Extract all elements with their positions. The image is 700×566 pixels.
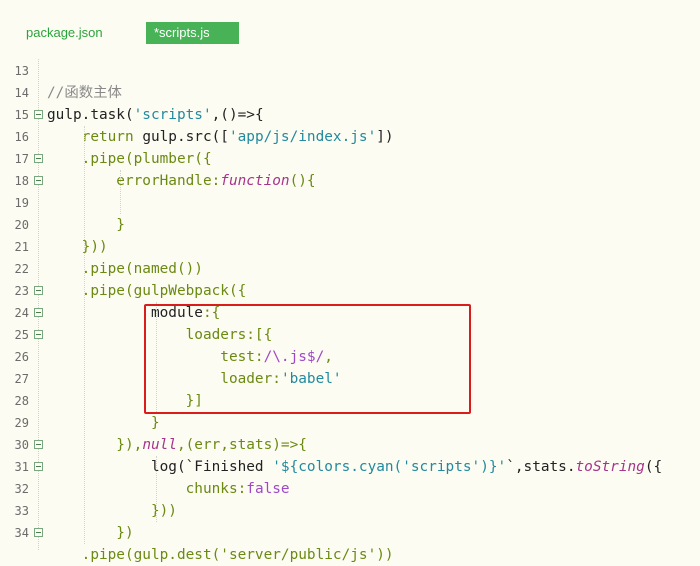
code-line[interactable]: 32 chunks:false: [0, 478, 700, 500]
code-token: false: [246, 481, 290, 497]
code-text: errorHandle:function(){: [47, 170, 316, 192]
line-number: 30: [14, 438, 29, 452]
code-token: gulp.src([: [142, 129, 229, 145]
line-number: 27: [14, 372, 29, 386]
fold-toggle-icon[interactable]: [34, 110, 43, 119]
code-token: ,(err,stats)=>{: [176, 437, 307, 453]
line-number: 24: [14, 306, 29, 320]
code-token: errorHandle:: [47, 173, 221, 189]
fold-toggle-icon[interactable]: [34, 286, 43, 295]
code-line[interactable]: 14 //函数主体: [0, 82, 700, 104]
code-token: ]): [376, 129, 394, 145]
tab-scripts-js[interactable]: *scripts.js: [146, 22, 239, 44]
code-token: .pipe(named()): [47, 261, 203, 277]
code-token: }): [47, 525, 134, 541]
code-text: .pipe(plumber({: [47, 148, 212, 170]
fold-toggle-icon[interactable]: [34, 154, 43, 163]
code-token: .pipe(plumber({: [47, 151, 212, 167]
code-token: function: [220, 173, 290, 189]
code-text: //函数主体: [47, 82, 122, 104]
code-token: `,stats.: [506, 459, 576, 475]
code-token: log(`Finished: [47, 459, 273, 475]
code-text: log(`Finished '${colors.cyan('scripts')}…: [47, 456, 662, 478]
line-number: 19: [14, 196, 29, 210]
code-token: ({: [644, 459, 663, 475]
fold-toggle-icon[interactable]: [34, 330, 43, 339]
code-text: .pipe(gulp.dest('server/public/js')): [47, 544, 394, 566]
code-token: (){: [289, 173, 316, 189]
code-line[interactable]: 13: [0, 60, 700, 82]
code-text: .pipe(named()): [47, 258, 203, 280]
code-text: return gulp.src(['app/js/index.js']): [47, 126, 394, 148]
line-number: 16: [14, 130, 29, 144]
line-number: 13: [14, 64, 29, 78]
line-number: 23: [14, 284, 29, 298]
code-line[interactable]: 18 errorHandle:function(){: [0, 170, 700, 192]
code-token: })): [47, 239, 108, 255]
code-text: gulp.task('scripts',()=>{: [47, 104, 264, 126]
line-number: 15: [14, 108, 29, 122]
line-number: 28: [14, 394, 29, 408]
line-number: 21: [14, 240, 29, 254]
line-number: 17: [14, 152, 29, 166]
code-line[interactable]: 34 }): [0, 522, 700, 544]
line-number: 25: [14, 328, 29, 342]
tab-bar: package.json *scripts.js: [0, 0, 700, 54]
indent-guide: [120, 170, 122, 214]
code-line[interactable]: 16 return gulp.src(['app/js/index.js']): [0, 126, 700, 148]
highlight-box: [144, 304, 471, 414]
code-line[interactable]: 22 .pipe(named()): [0, 258, 700, 280]
code-token: }: [47, 415, 160, 431]
line-number: 34: [14, 526, 29, 540]
code-line[interactable]: 23 .pipe(gulpWebpack({: [0, 280, 700, 302]
line-number: 20: [14, 218, 29, 232]
code-token: ,()=>{: [211, 107, 264, 123]
code-token: null: [142, 437, 177, 453]
code-token: chunks:: [47, 481, 247, 497]
fold-toggle-icon[interactable]: [34, 462, 43, 471]
code-line[interactable]: .pipe(gulp.dest('server/public/js')): [0, 544, 700, 566]
tab-package-json[interactable]: package.json: [18, 22, 111, 44]
code-token: return: [47, 129, 143, 145]
code-line[interactable]: 17 .pipe(plumber({: [0, 148, 700, 170]
code-token: toString: [575, 459, 645, 475]
code-token: '${colors.cyan('scripts')}': [272, 459, 507, 475]
line-number: 31: [14, 460, 29, 474]
line-number: 32: [14, 482, 29, 496]
fold-toggle-icon[interactable]: [34, 440, 43, 449]
indent-guide: [156, 456, 158, 522]
code-text: }): [47, 522, 134, 544]
indent-guide: [84, 126, 86, 544]
code-token: }),: [47, 437, 143, 453]
code-token: 'app/js/index.js': [228, 129, 377, 145]
code-text: })): [47, 236, 108, 258]
code-line[interactable]: 21 })): [0, 236, 700, 258]
line-number: 18: [14, 174, 29, 188]
line-number: 29: [14, 416, 29, 430]
code-line[interactable]: 19: [0, 192, 700, 214]
code-line[interactable]: 30 }),null,(err,stats)=>{: [0, 434, 700, 456]
code-text: .pipe(gulpWebpack({: [47, 280, 247, 302]
line-number: 14: [14, 86, 29, 100]
code-line[interactable]: 20 }: [0, 214, 700, 236]
code-line[interactable]: 15 gulp.task('scripts',()=>{: [0, 104, 700, 126]
fold-toggle-icon[interactable]: [34, 176, 43, 185]
code-text: }: [47, 412, 160, 434]
code-token: //函数主体: [47, 85, 122, 101]
code-line[interactable]: 33 })): [0, 500, 700, 522]
line-number: 33: [14, 504, 29, 518]
fold-toggle-icon[interactable]: [34, 308, 43, 317]
code-token: .pipe(gulp.dest('server/public/js')): [47, 547, 394, 563]
code-line[interactable]: 29 }: [0, 412, 700, 434]
code-token: 'scripts': [133, 107, 212, 123]
line-number: 26: [14, 350, 29, 364]
fold-toggle-icon[interactable]: [34, 528, 43, 537]
code-line[interactable]: 31 log(`Finished '${colors.cyan('scripts…: [0, 456, 700, 478]
code-token: .pipe(gulpWebpack({: [47, 283, 247, 299]
line-number: 22: [14, 262, 29, 276]
code-token: gulp.task(: [47, 107, 134, 123]
